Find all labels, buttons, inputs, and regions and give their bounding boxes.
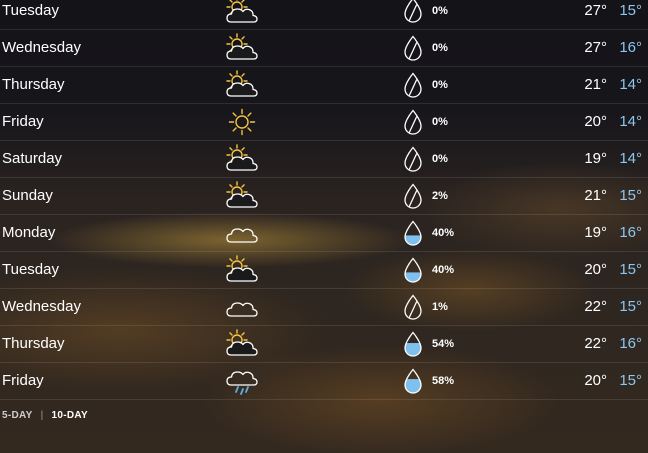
forecast-row[interactable]: Tuesday 0% 27° 15° [0, 0, 648, 30]
low-temp: 16° [619, 39, 642, 56]
forecast-list: Tuesday 0% 27° 15° Wednesday 0% 27° 16° Thursday… [0, 0, 648, 400]
day-label: Friday [2, 372, 44, 389]
ten-day-tab[interactable]: 10-DAY [52, 410, 88, 421]
precip-chance: 0% [432, 42, 448, 54]
raindrop-icon [402, 35, 424, 62]
rain-cloud-icon [226, 367, 258, 395]
partly-sunny-icon [226, 33, 258, 62]
forecast-row[interactable]: Saturday 0% 19° 14° [0, 141, 648, 178]
forecast-row[interactable]: Wednesday 0% 27° 16° [0, 30, 648, 67]
day-label: Wednesday [2, 39, 81, 56]
forecast-row[interactable]: Monday 40% 19° 16° [0, 215, 648, 252]
precip-chance: 0% [432, 116, 448, 128]
high-temp: 22° [584, 298, 607, 315]
partly-sunny-icon [226, 70, 258, 99]
day-label: Monday [2, 224, 56, 241]
raindrop-icon [402, 294, 424, 321]
precip-chance: 0% [432, 79, 448, 91]
day-label: Thursday [2, 335, 65, 352]
low-temp: 15° [619, 372, 642, 389]
raindrop-icon [402, 220, 424, 247]
forecast-row[interactable]: Tuesday 40% 20° 15° [0, 252, 648, 289]
cloud-icon [226, 219, 258, 247]
high-temp: 19° [584, 224, 607, 241]
forecast-row[interactable]: Wednesday 1% 22° 15° [0, 289, 648, 326]
partly-sunny-icon [226, 255, 258, 284]
high-temp: 21° [584, 76, 607, 93]
day-label: Thursday [2, 76, 65, 93]
partly-sunny-icon [226, 181, 258, 210]
precip-chance: 2% [432, 190, 448, 202]
forecast-row[interactable]: Thursday 54% 22° 16° [0, 326, 648, 363]
low-temp: 15° [619, 261, 642, 278]
high-temp: 22° [584, 335, 607, 352]
low-temp: 14° [619, 113, 642, 130]
day-label: Tuesday [2, 261, 59, 278]
tab-separator: | [40, 410, 44, 421]
raindrop-icon [402, 331, 424, 358]
sun-icon [226, 108, 258, 136]
high-temp: 21° [584, 187, 607, 204]
low-temp: 14° [619, 150, 642, 167]
low-temp: 16° [619, 335, 642, 352]
partly-sunny-icon [226, 329, 258, 358]
precip-chance: 40% [432, 227, 455, 239]
day-label: Friday [2, 113, 44, 130]
low-temp: 15° [619, 2, 642, 19]
raindrop-icon [402, 72, 424, 99]
day-label: Saturday [2, 150, 63, 167]
high-temp: 20° [584, 372, 607, 389]
forecast-row[interactable]: Friday 58% 20° 15° [0, 363, 648, 400]
raindrop-icon [402, 257, 424, 284]
precip-chance: 40% [432, 264, 455, 276]
high-temp: 27° [584, 39, 607, 56]
low-temp: 15° [619, 298, 642, 315]
high-temp: 27° [584, 2, 607, 19]
raindrop-icon [402, 183, 424, 210]
raindrop-icon [402, 368, 424, 395]
raindrop-icon [402, 146, 424, 173]
partly-sunny-icon [226, 0, 258, 25]
precip-chance: 1% [432, 301, 448, 313]
raindrop-icon [402, 0, 424, 24]
low-temp: 16° [619, 224, 642, 241]
forecast-row[interactable]: Thursday 0% 21° 14° [0, 67, 648, 104]
high-temp: 20° [584, 261, 607, 278]
cloud-icon [226, 293, 258, 321]
precip-chance: 58% [432, 375, 455, 387]
precip-chance: 0% [432, 153, 448, 165]
day-label: Wednesday [2, 298, 81, 315]
high-temp: 20° [584, 113, 607, 130]
precip-chance: 0% [432, 5, 448, 17]
raindrop-icon [402, 109, 424, 136]
partly-sunny-icon [226, 144, 258, 173]
low-temp: 14° [619, 76, 642, 93]
day-label: Sunday [2, 187, 53, 204]
day-label: Tuesday [2, 2, 59, 19]
forecast-row[interactable]: Friday 0% 20° 14° [0, 104, 648, 141]
high-temp: 19° [584, 150, 607, 167]
forecast-row[interactable]: Sunday 2% 21° 15° [0, 178, 648, 215]
low-temp: 15° [619, 187, 642, 204]
forecast-range-switch: 5-DAY | 10-DAY [2, 410, 88, 421]
five-day-tab[interactable]: 5-DAY [2, 410, 33, 421]
precip-chance: 54% [432, 338, 455, 350]
